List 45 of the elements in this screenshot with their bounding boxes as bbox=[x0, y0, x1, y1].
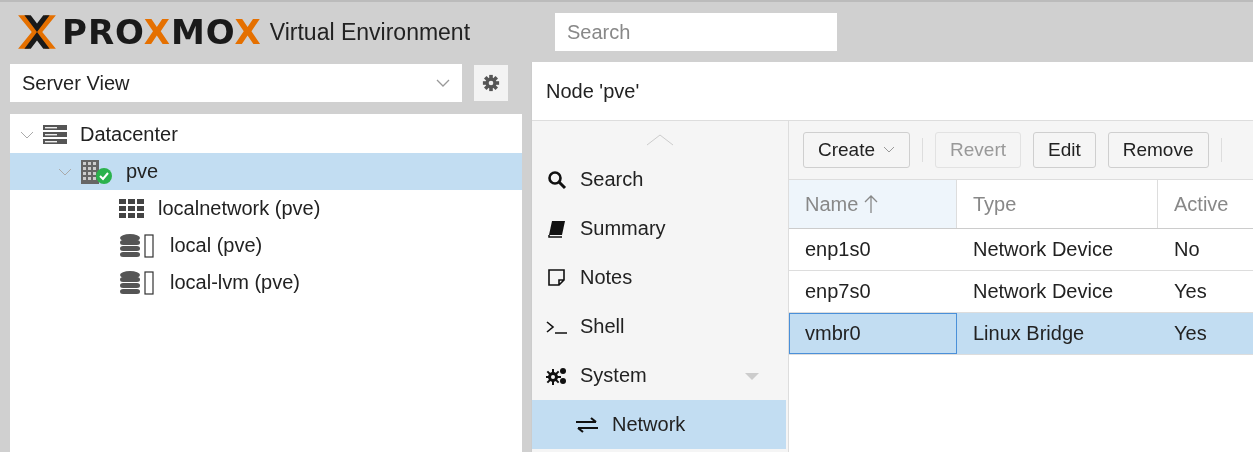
book-icon bbox=[546, 218, 568, 239]
tree-item[interactable]: Datacenter bbox=[10, 116, 522, 153]
note-icon bbox=[546, 267, 568, 288]
nav-item[interactable]: Search bbox=[532, 155, 786, 204]
table-cell: vmbr0 bbox=[789, 313, 957, 354]
table-cell-text: enp1s0 bbox=[804, 237, 872, 262]
tree-item[interactable]: local (pve) bbox=[10, 227, 522, 264]
settings-icon bbox=[482, 74, 500, 92]
table-cell-text: Network Device bbox=[972, 279, 1115, 304]
chevron-down-icon bbox=[436, 78, 450, 88]
table-row[interactable]: enp1s0 Network Device No bbox=[789, 229, 1253, 271]
table-row[interactable]: vmbr0 Linux Bridge Yes bbox=[789, 313, 1253, 355]
table-cell-text: Linux Bridge bbox=[972, 321, 1086, 346]
toolbar-button[interactable]: Edit bbox=[1033, 132, 1096, 168]
server-rack-icon bbox=[42, 123, 68, 146]
table-cell-text: enp7s0 bbox=[804, 279, 872, 304]
chevron-down-icon bbox=[883, 146, 896, 154]
table-cell-text: No bbox=[1173, 237, 1201, 262]
grid-icon bbox=[118, 197, 146, 220]
toolbar-button[interactable]: Remove bbox=[1107, 132, 1209, 168]
table-cell-text: Yes bbox=[1173, 279, 1208, 304]
search-field[interactable]: Search bbox=[555, 13, 837, 51]
exchange-arrows-icon bbox=[574, 414, 600, 435]
search-icon bbox=[546, 169, 568, 190]
table-cell-text: Yes bbox=[1173, 321, 1208, 346]
logo-text: PROXMOX bbox=[62, 12, 262, 52]
nav-item[interactable]: Shell bbox=[532, 302, 786, 351]
caret-icon bbox=[744, 370, 760, 381]
view-selector[interactable]: Server View bbox=[10, 64, 462, 102]
toolbar-button[interactable]: Create bbox=[803, 132, 911, 168]
tree-item[interactable]: local-lvm (pve) bbox=[10, 264, 522, 301]
nav-item[interactable]: Network bbox=[532, 400, 786, 449]
tree-item[interactable]: localnetwork (pve) bbox=[10, 190, 522, 227]
settings-button[interactable] bbox=[474, 65, 508, 101]
column-header[interactable]: Type bbox=[957, 180, 1158, 228]
product-subtitle: Virtual Environment bbox=[269, 18, 471, 46]
nav-item[interactable]: System bbox=[532, 351, 786, 400]
tree-item[interactable]: pve bbox=[10, 153, 522, 190]
nav-item[interactable]: Notes bbox=[532, 253, 786, 302]
server-online-icon bbox=[80, 158, 114, 185]
sort-up-icon bbox=[864, 194, 879, 214]
nav-item[interactable]: Summary bbox=[532, 204, 786, 253]
table-cell-text: Network Device bbox=[972, 237, 1115, 262]
column-header[interactable]: Active bbox=[1158, 180, 1253, 228]
gears-icon bbox=[546, 365, 568, 386]
